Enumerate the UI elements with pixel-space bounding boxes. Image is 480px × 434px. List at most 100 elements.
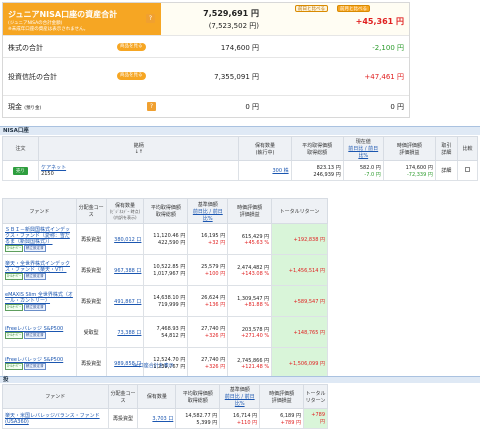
col-pl2-label: 評価損益 bbox=[271, 397, 292, 404]
fund-name-link[interactable]: ＳＢＩ－新興国株式インデックス・ファンド（愛称：雪だるま（新興国株式）） bbox=[5, 227, 74, 245]
rollover-tag: ﾛｰﾙｵｰﾊﾞｰ bbox=[5, 303, 23, 311]
fund-name-cell: ＳＢＩ－新興国株式インデックス・ファンド（愛称：雪だるま（新興国株式）） ﾛｰﾙｵ… bbox=[2, 223, 77, 255]
col-value2-label: 時価評価額 bbox=[269, 390, 295, 397]
cash-note: (預り金) bbox=[24, 106, 42, 111]
fund-qty-link[interactable]: 967,388 口 bbox=[114, 268, 141, 274]
col-nav: 基準価額 前日比 / 前日比% bbox=[187, 198, 229, 224]
fund-name-link[interactable]: 楽天・全世界株式インデックス・ファンド（楽天・VT） bbox=[5, 261, 74, 273]
table-row: 楽天・米国レバレッジバランス・ファンド(USA360) 再投資型 3,703 口… bbox=[2, 408, 328, 429]
summary-total: 7,529,691 円 bbox=[203, 9, 259, 18]
stock-code: 2150 bbox=[41, 171, 54, 177]
fund-label: 投資信託の合計 bbox=[8, 73, 57, 81]
total-value: 246,939 円 bbox=[313, 171, 341, 178]
col-return: トータルリターン bbox=[271, 198, 328, 224]
detail-link[interactable]: 詳細 bbox=[441, 168, 451, 174]
fund2-qty-link[interactable]: 3,703 口 bbox=[152, 416, 173, 422]
col-name[interactable]: 銘柄 ↓↑ bbox=[38, 136, 240, 161]
fund2-name-cell: 楽天・米国レバレッジバランス・ファンド(USA360) bbox=[2, 408, 109, 429]
fund-nav-diff: +326 円 bbox=[204, 333, 226, 339]
price-value: 582.0 円 bbox=[359, 164, 381, 171]
fund2-nav: 16,714 円 bbox=[233, 412, 258, 419]
fund-nav-cell: 27,740 円 +326 円 bbox=[187, 347, 229, 379]
fund-nav: 25,579 円 bbox=[201, 264, 226, 270]
fund-qty-cell: 73,388 口 bbox=[105, 316, 145, 348]
fund2-name-link[interactable]: 楽天・米国レバレッジバランス・ファンド(USA360) bbox=[5, 413, 100, 425]
sort-icon[interactable]: ↓↑ bbox=[135, 149, 143, 155]
auto-invest-tag: 積立設定済 bbox=[24, 331, 46, 339]
table-row: eMAXIS Slim 全世界株式（オール・カントリー） ﾛｰﾙｵｰﾊﾞｰ 積立設定… bbox=[2, 285, 328, 317]
col-avg-label: 平均取得価額 bbox=[302, 142, 333, 149]
col-return2: トータルリターン bbox=[303, 384, 328, 409]
col-fund-qty-breakdown[interactable]: (内訳を表示) bbox=[113, 215, 136, 220]
cash-help-icon[interactable]: ? bbox=[147, 102, 156, 111]
fund-nav-cell: 25,579 円 +100 円 bbox=[187, 254, 229, 286]
col-nav2-diff-link[interactable]: 前日比 / 前日比% bbox=[225, 394, 255, 407]
help-icon[interactable]: ? bbox=[146, 14, 155, 23]
fund-nav-diff: +32 円 bbox=[208, 240, 226, 246]
col-fund-pl-label: 評価損益 bbox=[239, 212, 260, 218]
fund-pl: +143.08 % bbox=[241, 270, 270, 277]
fund2-avg-cell: 14,582.77 円 5,399 円 bbox=[175, 408, 221, 429]
fund2-course: 再投資型 bbox=[107, 408, 139, 429]
fund-qty-link[interactable]: 491,867 口 bbox=[114, 299, 141, 305]
fund-nav-cell: 27,740 円 +326 円 bbox=[187, 316, 229, 348]
fund-nav: 27,740 円 bbox=[201, 326, 226, 332]
fund-name-cell: iFreeレバレッジ S&P500 ﾛｰﾙｵｰﾊﾞｰ 積立設定済 bbox=[2, 347, 77, 379]
fund-name-link[interactable]: eMAXIS Slim 全世界株式（オール・カントリー） bbox=[5, 292, 74, 304]
fund-tags: ﾛｰﾙｵｰﾊﾞｰ 積立設定済 bbox=[5, 244, 74, 252]
cash-change: 0 円 bbox=[390, 103, 404, 111]
stock-name-cell: ケアネット 2150 bbox=[38, 160, 240, 181]
col-qty-pending: (執行中) bbox=[255, 149, 275, 156]
compare-prev-month-button[interactable]: 前月と比べる bbox=[337, 5, 370, 12]
fund-products-badge[interactable]: 商品を見る bbox=[117, 72, 146, 80]
col-order: 注文 bbox=[1, 136, 40, 161]
stock-products-badge[interactable]: 商品を見る bbox=[117, 43, 146, 51]
fund-tags: ﾛｰﾙｵｰﾊﾞｰ 積立設定済 bbox=[5, 272, 74, 280]
fund-pl: +45.63 % bbox=[244, 239, 270, 246]
fund-course: 受取型 bbox=[75, 316, 107, 348]
col-nav-diff-link[interactable]: 前日比 / 前日比% bbox=[193, 209, 223, 222]
auto-invest-tag: 積立設定済 bbox=[24, 244, 46, 252]
stock-value: 174,600 円 bbox=[220, 44, 259, 52]
price-cell: 582.0 円 -7.0 円 bbox=[342, 160, 384, 181]
fund-value-cell: 1,309,547 円 +81.88 % bbox=[227, 285, 273, 317]
order-cell: 売り bbox=[1, 160, 40, 181]
col-qty2: 保有数量 bbox=[137, 384, 177, 409]
fund-value-cell: 203,578 円 +271.40 % bbox=[227, 316, 273, 348]
compare-checkbox[interactable] bbox=[464, 167, 470, 172]
show-account-total[interactable]: ⊕ 口座合計を表示 bbox=[133, 362, 174, 369]
fund-total: 54,812 円 bbox=[161, 333, 186, 339]
cash-label-text: 現金 bbox=[8, 103, 22, 111]
rollover-tag: ﾛｰﾙｵｰﾊﾞｰ bbox=[5, 362, 23, 370]
col-avg: 平均取得価額 取得総額 bbox=[290, 136, 344, 161]
fund-qty-link[interactable]: 73,388 口 bbox=[117, 330, 141, 336]
cash-label: 現金 (預り金) bbox=[8, 102, 41, 112]
fund-nav-cell: 16,195 円 +32 円 bbox=[187, 223, 229, 255]
fund-avg: 11,120.46 円 bbox=[153, 233, 186, 239]
compare-prev-day-button[interactable]: 前日と比べる bbox=[295, 5, 328, 12]
fund-nav: 27,740 円 bbox=[201, 357, 226, 363]
sell-button[interactable]: 売り bbox=[13, 166, 29, 175]
fund-avg-cell: 14,638.10 円 719,999 円 bbox=[143, 285, 189, 317]
fund-course: 再投資型 bbox=[75, 347, 107, 379]
col-diff-link[interactable]: 前日比 / 前日比% bbox=[348, 146, 378, 159]
fund-avg: 7,468.93 円 bbox=[156, 326, 186, 332]
fund2-return: +789 円 bbox=[303, 408, 328, 429]
fund2-pl: +789 円 bbox=[280, 419, 301, 426]
market-value: 174,600 円 bbox=[405, 164, 433, 171]
fund-value-cell: 2,474,482 円 +143.08 % bbox=[227, 254, 273, 286]
fund-nav: 26,624 円 bbox=[201, 295, 226, 301]
fund2-total: 5,399 円 bbox=[196, 419, 218, 426]
stock-label: 株式の合計 bbox=[8, 44, 43, 52]
fund-qty-link[interactable]: 380,012 口 bbox=[114, 237, 141, 243]
cash-value: 0 円 bbox=[245, 103, 259, 111]
col-value: 時価評価額 評価損益 bbox=[382, 136, 436, 161]
fund-value-cell: 2,745,866 円 +121.48 % bbox=[227, 347, 273, 379]
fund-tags: ﾛｰﾙｵｰﾊﾞｰ 積立設定済 bbox=[5, 331, 74, 339]
compare-cell bbox=[456, 160, 479, 181]
fund-return: +589,547 円 bbox=[271, 285, 328, 317]
col-total-label: 取得総額 bbox=[307, 149, 328, 156]
fund-avg-cell: 7,468.93 円 54,812 円 bbox=[143, 316, 189, 348]
fund-tags: ﾛｰﾙｵｰﾊﾞｰ 積立設定済 bbox=[5, 362, 74, 370]
qty-link[interactable]: 300 株 bbox=[272, 168, 288, 174]
